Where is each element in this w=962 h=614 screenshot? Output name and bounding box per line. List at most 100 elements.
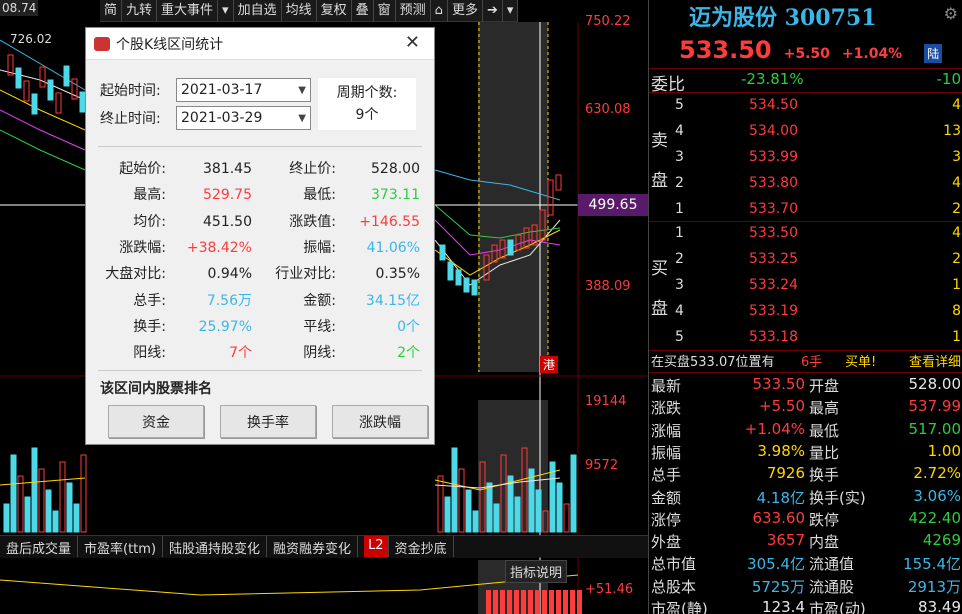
info-value: 537.99 xyxy=(908,397,962,416)
info-value: 517.00 xyxy=(908,419,962,438)
tb-window[interactable]: 窗 xyxy=(374,0,396,22)
tb-events-dropdown-icon[interactable]: ▾ xyxy=(218,0,234,22)
order-price: 533.25 xyxy=(749,251,798,267)
tb-add-watch[interactable]: 加自选 xyxy=(234,0,282,22)
order-book-row[interactable]: 5 533.18 1 xyxy=(649,329,962,352)
l2-badge[interactable]: L2 xyxy=(364,536,389,557)
info-key: 金额 xyxy=(651,488,682,507)
rank-turnover-button[interactable]: 换手率 xyxy=(220,405,316,438)
order-level: 4 xyxy=(675,303,684,319)
stat-key: 振幅: xyxy=(303,239,336,256)
gear-icon[interactable]: ⚙ xyxy=(944,4,958,23)
order-book-row[interactable]: 4 534.00 13 xyxy=(649,123,962,146)
quote-info-row: 涨幅 +1.04% 最低 517.00 xyxy=(649,420,962,442)
volume-bar xyxy=(437,475,444,533)
info-value: 3657 xyxy=(766,531,805,550)
info-key: 最低 xyxy=(809,421,840,440)
order-book-row[interactable]: 2 533.80 4 xyxy=(649,175,962,198)
end-date-select[interactable]: 2021-03-29 ▼ xyxy=(176,106,311,130)
indicator-tabs: 盘后成交量 市盈率(ttm) 陆股通持股变化 融资融券变化 L2 资金抄底 xyxy=(0,535,648,557)
quote-info-row: 涨跌 +5.50 最高 537.99 xyxy=(649,397,962,419)
order-book-row[interactable]: 5 534.50 4 xyxy=(649,97,962,120)
volume-bar xyxy=(31,447,38,533)
info-value: 2.72% xyxy=(913,464,961,483)
order-price: 533.80 xyxy=(749,175,798,191)
start-label: 起始时间: xyxy=(100,83,161,99)
stat-item: 起始价: 381.45 xyxy=(86,158,252,178)
volume-bar xyxy=(3,503,10,533)
indicator-bar xyxy=(563,590,568,614)
order-book-row[interactable]: 4 533.19 8 xyxy=(649,303,962,326)
info-value: 533.50 xyxy=(752,375,806,393)
volume-bar xyxy=(458,468,465,533)
stat-value: +146.55 xyxy=(359,213,420,230)
volume-bar xyxy=(17,475,24,533)
tb-forecast[interactable]: 预测 xyxy=(396,0,431,22)
cycle-label: 周期个数: xyxy=(336,85,398,101)
app-icon xyxy=(94,36,110,51)
arrow-icon[interactable]: ➔ xyxy=(483,0,503,22)
high-mark: 726.02 xyxy=(10,32,52,46)
stat-item: 振幅: 41.06% xyxy=(256,237,420,257)
tb-more[interactable]: 更多 xyxy=(448,0,483,22)
candle xyxy=(23,80,30,102)
y-label: 19144 xyxy=(585,394,627,409)
ma-line xyxy=(0,129,86,171)
big-order-notice[interactable]: 在买盘533.07位置有 6手 买单! 查看详细 xyxy=(649,350,962,370)
indicator-bar xyxy=(486,590,491,614)
tab-pe[interactable]: 市盈率(ttm) xyxy=(78,536,164,557)
info-key: 最新 xyxy=(651,377,682,395)
stat-item: 平线: 0个 xyxy=(256,316,420,336)
tab-margin[interactable]: 融资融券变化 xyxy=(267,536,359,557)
order-book-row[interactable]: 1 533.50 4 xyxy=(649,225,962,248)
volume-bar xyxy=(493,503,500,533)
tab-volume[interactable]: 盘后成交量 xyxy=(0,536,79,557)
tab-fund-bottom[interactable]: 资金抄底 xyxy=(389,536,454,557)
info-value: 123.4 xyxy=(762,598,805,614)
candle xyxy=(447,261,454,281)
volume-bar xyxy=(507,475,514,533)
candle xyxy=(15,67,22,89)
stat-item: 行业对比: 0.35% xyxy=(256,263,420,283)
info-value: 3.06% xyxy=(913,486,961,505)
tab-northbound[interactable]: 陆股通持股变化 xyxy=(163,536,268,557)
order-book-row[interactable]: 3 533.24 1 xyxy=(649,277,962,300)
start-date-select[interactable]: 2021-03-17 ▼ xyxy=(176,78,311,102)
view-detail-link[interactable]: 查看详细 xyxy=(909,351,961,370)
order-level: 2 xyxy=(675,251,684,267)
stat-value: 381.45 xyxy=(203,161,252,177)
stat-value: 7个 xyxy=(229,345,252,362)
rank-change-button[interactable]: 涨跌幅 xyxy=(332,405,428,438)
tb-fuquan[interactable]: 复权 xyxy=(317,0,352,22)
info-key: 量比 xyxy=(809,443,840,462)
tb-overlay[interactable]: 叠 xyxy=(352,0,374,22)
stat-key: 最高: xyxy=(133,187,166,204)
info-key: 总股本 xyxy=(651,577,697,596)
tb-simple[interactable]: 简 xyxy=(100,0,123,22)
indicator-desc-button[interactable]: 指标说明 xyxy=(505,560,568,583)
stat-key: 大盘对比: xyxy=(105,266,166,283)
info-value: +1.04% xyxy=(744,419,805,438)
dialog-title: 个股K线区间统计 xyxy=(116,36,224,53)
order-level: 4 xyxy=(675,123,684,139)
order-price: 533.99 xyxy=(749,149,798,165)
tb-ma[interactable]: 均线 xyxy=(282,0,317,22)
order-book-row[interactable]: 3 533.99 3 xyxy=(649,149,962,172)
volume-bar xyxy=(59,461,66,533)
stat-key: 金额: xyxy=(303,292,336,309)
lock-icon[interactable]: ⌂ xyxy=(431,0,448,22)
close-icon[interactable]: ✕ xyxy=(405,32,420,53)
order-book-row[interactable]: 2 533.25 2 xyxy=(649,251,962,274)
info-value: 528.00 xyxy=(908,375,962,393)
dropdown-icon[interactable]: ▾ xyxy=(503,0,519,22)
info-value: 3.98% xyxy=(757,441,805,460)
info-key: 振幅 xyxy=(651,443,682,462)
rank-fund-button[interactable]: 资金 xyxy=(108,405,204,438)
order-volume: 8 xyxy=(952,303,961,319)
info-value: 4.18亿 xyxy=(756,488,805,507)
stat-item: 最高: 529.75 xyxy=(86,184,252,204)
tb-events[interactable]: 重大事件 xyxy=(157,0,219,22)
tb-jiuzhuan[interactable]: 九转 xyxy=(122,0,158,22)
volume-bar xyxy=(528,468,535,533)
quote-info-row: 金额 4.18亿 换手(实) 3.06% xyxy=(649,487,962,509)
